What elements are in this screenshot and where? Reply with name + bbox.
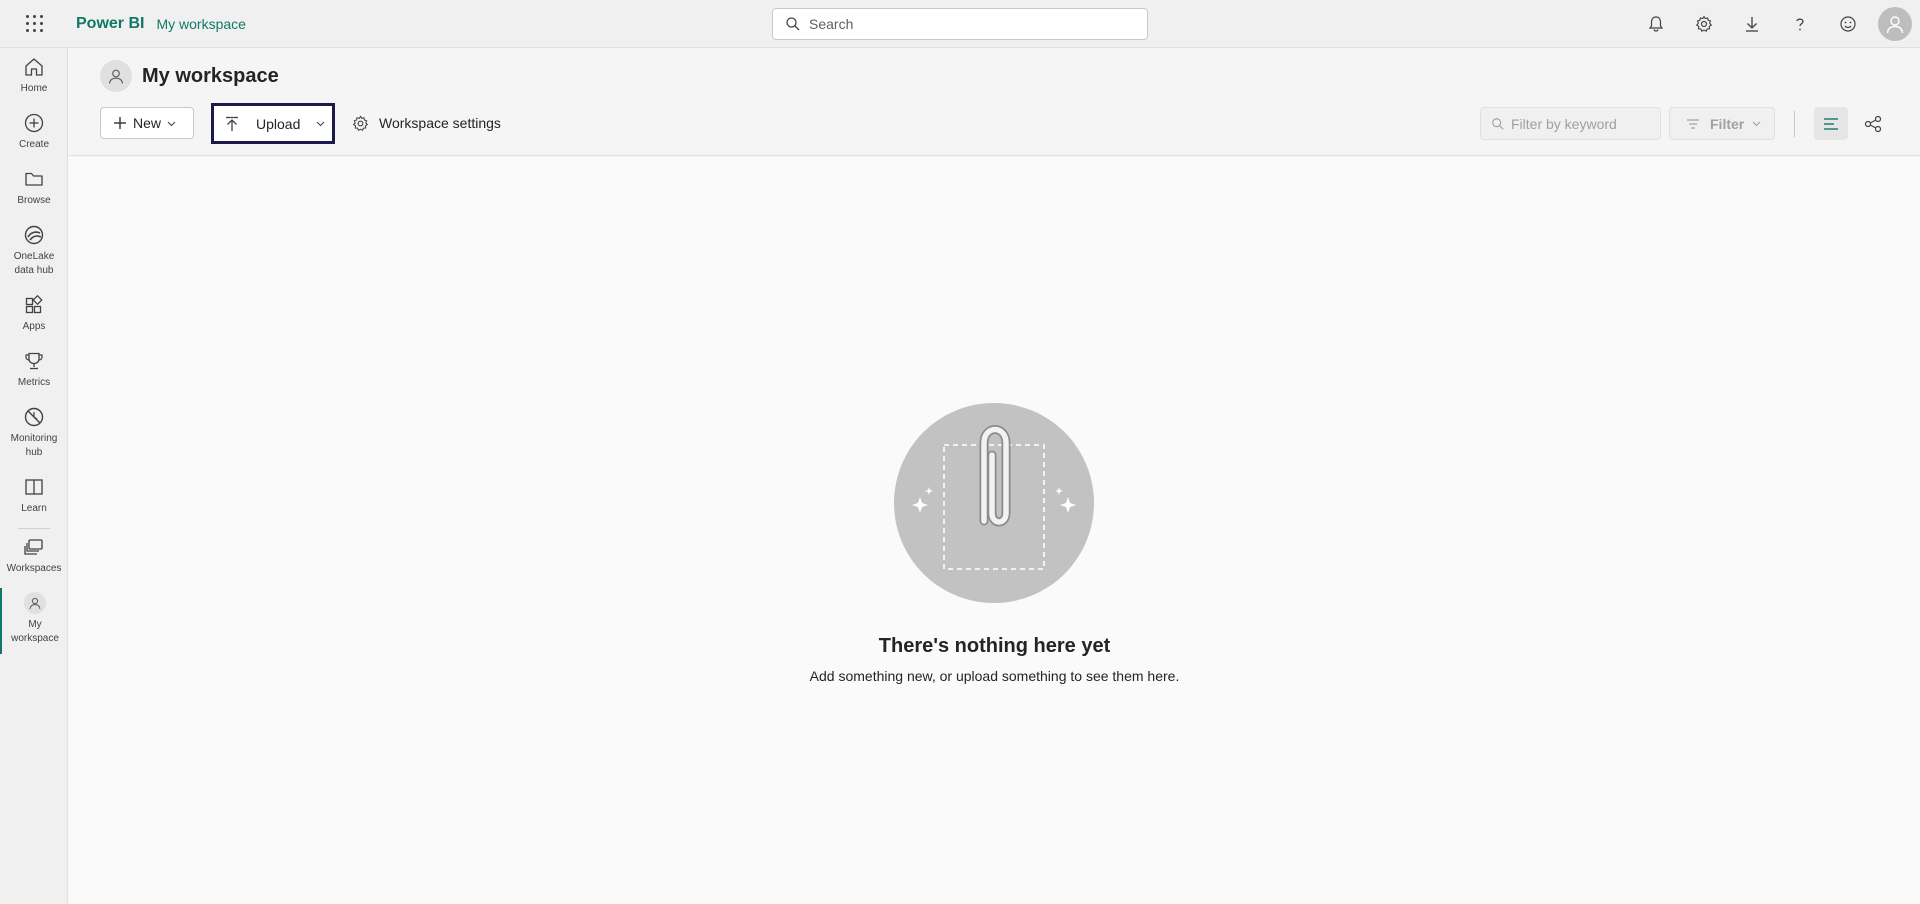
- workspace-settings-button[interactable]: Workspace settings: [352, 107, 501, 139]
- home-icon: [25, 58, 43, 76]
- account-avatar[interactable]: [1878, 7, 1912, 41]
- empty-state-illustration: [894, 403, 1094, 603]
- breadcrumb[interactable]: My workspace: [156, 16, 245, 32]
- person-icon: [29, 597, 41, 610]
- nav-monitoring-label-line2: hub: [25, 447, 43, 458]
- gear-icon: [1695, 15, 1713, 32]
- apps-icon: [25, 294, 43, 314]
- nav-create[interactable]: Create: [0, 112, 68, 152]
- workspaces-icon: [24, 539, 43, 555]
- nav-onelake-data-hub[interactable]: OneLake data hub: [0, 224, 68, 278]
- waffle-icon: [25, 15, 43, 32]
- workspace-content: There's nothing here yet Add something n…: [69, 157, 1920, 904]
- bell-icon: [1648, 16, 1664, 32]
- app-launcher-button[interactable]: [0, 0, 68, 48]
- nav-my-workspace[interactable]: My workspace: [0, 588, 68, 654]
- nav-apps-label: Apps: [22, 321, 46, 332]
- plus-icon: [114, 117, 126, 129]
- nav-home-label: Home: [20, 83, 48, 94]
- nav-metrics-label: Metrics: [17, 377, 51, 388]
- paperclip-icon: [912, 425, 1076, 570]
- filter-button-label: Filter: [1710, 115, 1745, 132]
- nav-home[interactable]: Home: [0, 56, 68, 96]
- person-icon: [1886, 16, 1904, 34]
- upload-button[interactable]: Upload: [211, 103, 335, 144]
- nav-learn-label: Learn: [21, 503, 47, 514]
- nav-my-workspace-label-line2: workspace: [11, 633, 59, 644]
- list-view-button[interactable]: [1814, 107, 1848, 140]
- top-actions: [1632, 0, 1920, 48]
- upload-button-label: Upload: [256, 115, 301, 132]
- workspace-title-row: My workspace: [100, 60, 279, 92]
- page-title: My workspace: [142, 64, 279, 87]
- workspace-avatar: [100, 60, 132, 92]
- filter-icon: [1687, 118, 1699, 129]
- left-nav: Home Create Browse OneLake data hub Apps…: [0, 48, 68, 904]
- folder-icon: [25, 172, 43, 186]
- settings-button[interactable]: [1680, 0, 1728, 48]
- nav-workspaces[interactable]: Workspaces: [0, 536, 68, 576]
- search-icon: [1492, 117, 1504, 130]
- gear-icon: [352, 114, 369, 131]
- search-icon: [786, 17, 800, 31]
- nav-metrics[interactable]: Metrics: [0, 350, 68, 390]
- nav-divider: [18, 528, 50, 529]
- person-icon: [108, 69, 124, 84]
- nav-monitoring-hub[interactable]: Monitoring hub: [0, 406, 68, 460]
- nav-browse[interactable]: Browse: [0, 168, 68, 208]
- nav-apps[interactable]: Apps: [0, 294, 68, 334]
- new-button[interactable]: New: [100, 107, 194, 139]
- onelake-icon: [24, 225, 44, 245]
- empty-state-subtitle: Add something new, or upload something t…: [809, 668, 1180, 684]
- book-icon: [25, 479, 43, 495]
- notifications-button[interactable]: [1632, 0, 1680, 48]
- nav-my-workspace-label-line1: My: [28, 619, 42, 630]
- top-bar: Power BI My workspace: [0, 0, 1920, 48]
- my-workspace-avatar: [24, 592, 46, 614]
- chevron-down-icon: [1752, 121, 1761, 127]
- toolbar-divider: [1794, 111, 1795, 137]
- filter-button[interactable]: Filter: [1669, 107, 1775, 140]
- search-input[interactable]: [809, 16, 1129, 32]
- nav-browse-label: Browse: [17, 195, 51, 206]
- nav-onelake-label-line1: OneLake: [13, 251, 55, 262]
- empty-state-title: There's nothing here yet: [878, 635, 1111, 657]
- workspace-settings-label: Workspace settings: [379, 115, 501, 131]
- upload-icon: [226, 116, 238, 131]
- help-button[interactable]: [1776, 0, 1824, 48]
- search-box[interactable]: [772, 8, 1148, 40]
- smiley-icon: [1840, 16, 1856, 32]
- monitoring-icon: [24, 407, 44, 427]
- list-view-icon: [1824, 117, 1838, 130]
- chevron-down-icon: [316, 121, 325, 127]
- filter-keyword-input[interactable]: [1511, 115, 1651, 132]
- feedback-button[interactable]: [1824, 0, 1872, 48]
- help-icon: [1796, 18, 1804, 31]
- lineage-view-button[interactable]: [1856, 107, 1890, 140]
- filter-by-keyword[interactable]: [1480, 107, 1661, 140]
- nav-create-label: Create: [18, 139, 49, 150]
- download-icon: [1746, 17, 1758, 32]
- new-button-label: New: [133, 115, 162, 131]
- trophy-icon: [25, 352, 43, 370]
- chevron-down-icon: [167, 121, 176, 126]
- nav-workspaces-label: Workspaces: [6, 563, 62, 574]
- workspace-header: My workspace New Upload Workspace settin…: [69, 48, 1920, 156]
- nav-learn[interactable]: Learn: [0, 476, 68, 516]
- app-name[interactable]: Power BI: [76, 15, 144, 33]
- download-button[interactable]: [1728, 0, 1776, 48]
- nav-monitoring-label-line1: Monitoring: [10, 433, 58, 444]
- nav-onelake-label-line2: data hub: [14, 265, 54, 276]
- lineage-icon: [1864, 115, 1882, 132]
- plus-circle-icon: [24, 113, 44, 133]
